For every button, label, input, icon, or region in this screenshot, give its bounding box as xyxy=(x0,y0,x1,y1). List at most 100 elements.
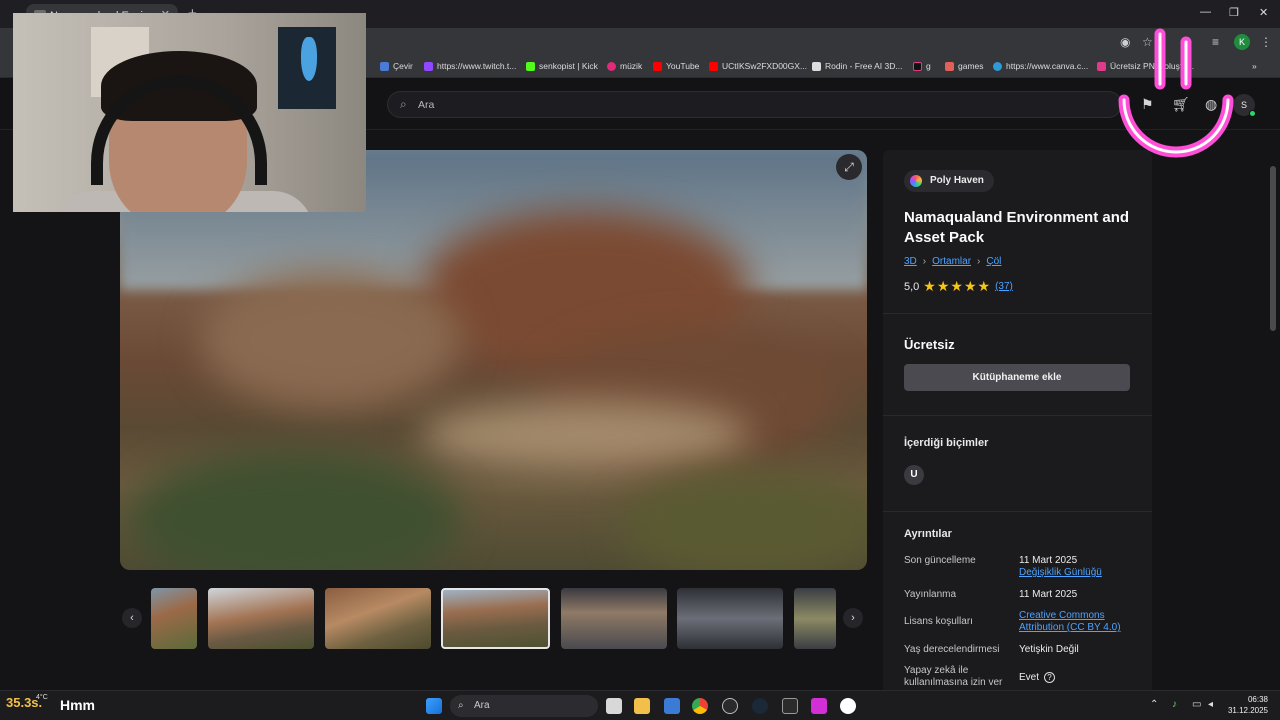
breadcrumb-3d[interactable]: 3D xyxy=(904,256,917,267)
last-update-value: 11 Mart 2025 Değişiklik Günlüğü xyxy=(1019,555,1144,579)
file-explorer-icon[interactable] xyxy=(634,698,650,714)
microphone-icon[interactable]: ♪ xyxy=(1172,699,1177,710)
thumbnail[interactable] xyxy=(794,588,836,649)
more-bookmarks-icon[interactable]: » xyxy=(1252,61,1257,71)
carousel-next-icon[interactable]: › xyxy=(843,608,863,628)
chevron-right-icon: › xyxy=(977,256,981,267)
site-search-box[interactable]: ⌕ xyxy=(387,91,1122,118)
ai-usage-answer: Evet xyxy=(1019,672,1040,683)
search-input[interactable] xyxy=(418,96,1108,114)
details-heading: Ayrıntılar xyxy=(904,528,952,540)
last-update-date: 11 Mart 2025 xyxy=(1019,555,1078,566)
obs-icon[interactable] xyxy=(722,698,738,714)
category-breadcrumb: 3D › Ortamlar › Çöl xyxy=(904,256,1001,267)
overlay-caption: Hmm xyxy=(60,697,96,713)
fullscreen-expand-icon[interactable]: ⤢ xyxy=(836,154,862,180)
published-label: Yayınlanma xyxy=(904,589,957,600)
page-scrollbar[interactable] xyxy=(1270,166,1276,331)
taskbar-search-label: Ara xyxy=(474,700,490,711)
browser-profile-avatar[interactable]: K xyxy=(1234,34,1250,50)
thumbnail[interactable] xyxy=(208,588,314,649)
product-hero-image[interactable] xyxy=(120,150,867,570)
windows-start-icon[interactable] xyxy=(426,698,442,714)
bookmark-item[interactable]: senkopist | Kick xyxy=(526,61,598,71)
product-title: Namaqualand Environment and Asset Pack xyxy=(904,209,1130,246)
menu-icon[interactable]: ⋮ xyxy=(1260,35,1272,49)
publisher-chip[interactable]: Poly Haven xyxy=(904,170,994,192)
breadcrumb-environments[interactable]: Ortamlar xyxy=(932,256,971,267)
network-icon[interactable]: ▭ xyxy=(1192,699,1201,710)
bookmark-item[interactable]: https://www.canva.c... xyxy=(993,61,1088,71)
minimize-icon[interactable]: — xyxy=(1200,6,1211,18)
bookmark-favicon-icon xyxy=(913,61,922,71)
help-circle-icon[interactable]: ? xyxy=(1044,672,1056,683)
price-section: Ücretsiz Kütüphaneme ekle xyxy=(883,314,1152,416)
restore-icon[interactable]: ❐ xyxy=(1229,6,1239,19)
taskbar-search[interactable]: ⌕ Ara xyxy=(450,695,598,717)
system-clock[interactable]: 06:38 31.12.2025 xyxy=(1226,694,1268,716)
publisher-name: Poly Haven xyxy=(930,175,984,186)
rating-count-link[interactable]: (37) xyxy=(995,281,1013,292)
published-value: 11 Mart 2025 xyxy=(1019,589,1078,600)
rating-stars-icon: ★★★★★ xyxy=(923,278,992,294)
clock-date: 31.12.2025 xyxy=(1227,706,1268,715)
carousel-prev-icon[interactable]: ‹ xyxy=(122,608,142,628)
pink-smiley-logo-icon xyxy=(1118,28,1234,158)
bookmark-favicon-icon xyxy=(607,61,616,71)
search-icon: ⌕ xyxy=(458,700,464,711)
bookmark-item[interactable]: games xyxy=(945,61,984,71)
bookmark-favicon-icon xyxy=(653,61,662,71)
chevron-up-icon[interactable]: ⌃ xyxy=(1150,699,1158,710)
license-value: Creative Commons Attribution (CC BY 4.0) xyxy=(1019,610,1144,634)
breadcrumb-desert[interactable]: Çöl xyxy=(986,256,1001,267)
thumbnail-selected[interactable] xyxy=(441,588,550,649)
changelog-link[interactable]: Değişiklik Günlüğü xyxy=(1019,567,1144,579)
bookmark-item[interactable]: YouTube xyxy=(653,61,699,71)
thumbnail-carousel: ‹ › xyxy=(120,586,867,650)
unreal-engine-icon[interactable] xyxy=(840,698,856,714)
avatar-letter: S xyxy=(1240,100,1247,110)
bookmark-favicon-icon xyxy=(526,61,535,71)
hero-bush xyxy=(130,450,460,570)
add-to-library-button[interactable]: Kütüphaneme ekle xyxy=(904,364,1130,391)
user-avatar[interactable]: S xyxy=(1233,94,1256,117)
thumbnail[interactable] xyxy=(151,588,197,649)
bookmark-favicon-icon xyxy=(1097,61,1106,71)
epic-games-icon[interactable] xyxy=(782,698,798,714)
license-link-line2[interactable]: Attribution (CC BY 4.0) xyxy=(1019,622,1144,634)
ai-usage-label-line2: kullanılmasına izin ver xyxy=(904,677,1003,688)
bookmark-favicon-icon xyxy=(945,61,954,71)
ai-usage-label: Yapay zekâ ile kullanılmasına izin ver xyxy=(904,665,1014,689)
webcam-overlay xyxy=(13,13,366,212)
twitch-studio-icon[interactable] xyxy=(811,698,827,714)
age-rating-label: Yaş derecelendirmesi xyxy=(904,644,1000,655)
bookmark-item[interactable]: https://www.twitch.t... xyxy=(424,61,516,71)
bookmark-favicon-icon xyxy=(993,61,1002,71)
license-link-line1[interactable]: Creative Commons xyxy=(1019,610,1144,622)
task-view-icon[interactable] xyxy=(606,698,622,714)
formats-heading: İçerdiği biçimler xyxy=(904,437,989,449)
thumbnail[interactable] xyxy=(561,588,667,649)
steam-icon[interactable] xyxy=(752,698,768,714)
formats-section: İçerdiği biçimler U xyxy=(883,416,1152,512)
chrome-icon[interactable] xyxy=(692,698,708,714)
thumbnail[interactable] xyxy=(677,588,783,649)
bookmark-item[interactable]: Çevir xyxy=(380,61,413,71)
bookmark-item[interactable]: müzik xyxy=(607,61,642,71)
search-icon: ⌕ xyxy=(400,97,407,111)
hero-bush xyxy=(620,470,867,570)
hero-rock xyxy=(200,270,460,410)
store-icon[interactable] xyxy=(664,698,680,714)
details-section: Ayrıntılar Son güncelleme 11 Mart 2025 D… xyxy=(883,512,1152,690)
bookmark-item[interactable]: g xyxy=(913,61,931,71)
ai-usage-value: Evet? xyxy=(1019,672,1144,684)
bookmark-item[interactable]: Rodin - Free AI 3D... xyxy=(812,61,902,71)
rating-row: 5,0 ★★★★★ (37) xyxy=(904,278,1013,295)
rating-value: 5,0 xyxy=(904,280,920,293)
bookmark-favicon-icon xyxy=(812,61,821,71)
close-window-icon[interactable]: ✕ xyxy=(1259,6,1268,19)
unreal-engine-icon: U xyxy=(904,465,924,485)
thumbnail[interactable] xyxy=(325,588,431,649)
bookmark-item[interactable]: UCtIKSw2FXD00GX... xyxy=(709,61,807,71)
volume-icon[interactable]: ◂ xyxy=(1208,699,1213,710)
